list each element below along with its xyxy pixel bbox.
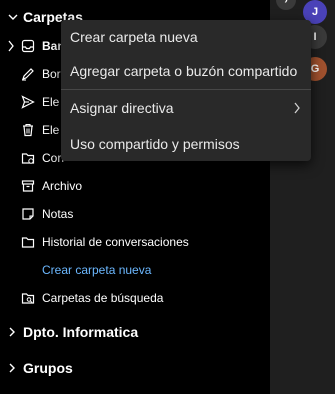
folder-label: Ele <box>42 123 60 137</box>
folder-label: Ele <box>42 95 60 109</box>
chevron-right-icon <box>8 40 14 52</box>
group-title: Dpto. Informatica <box>23 324 139 340</box>
group-grupos[interactable]: Grupos <box>0 355 73 381</box>
inbox-icon <box>21 39 35 53</box>
menu-item-create-folder[interactable]: Crear carpeta nueva <box>61 20 311 54</box>
group-dpto-informatica[interactable]: Dpto. Informatica <box>0 319 138 345</box>
search-folder-icon <box>21 291 35 305</box>
folder-archive[interactable]: Archivo <box>0 172 270 200</box>
new-folder-link[interactable]: Crear carpeta nueva <box>0 256 270 284</box>
folder-label: Historial de conversaciones <box>42 235 189 249</box>
folder-notes[interactable]: Notas <box>0 200 270 228</box>
folder-conversation-history[interactable]: Historial de conversaciones <box>0 228 270 256</box>
menu-item-add-shared-folder[interactable]: Agregar carpeta o buzón compartido <box>61 54 311 88</box>
folder-label: Archivo <box>42 179 83 193</box>
chevron-down-icon <box>8 10 18 24</box>
new-folder-link-label[interactable]: Crear carpeta nueva <box>0 263 151 277</box>
archive-icon <box>21 179 35 193</box>
group-title: Grupos <box>23 360 73 376</box>
folder-label: Carpetas de búsqueda <box>42 291 164 305</box>
chevron-right-icon <box>294 102 300 114</box>
menu-item-label: Asignar directiva <box>70 100 174 116</box>
menu-item-assign-policy[interactable]: Asignar directiva <box>61 91 311 125</box>
folder-search-folders[interactable]: Carpetas de búsqueda <box>0 284 270 312</box>
chevron-right-icon <box>8 361 18 375</box>
menu-divider <box>61 89 311 90</box>
folder-icon <box>21 235 35 249</box>
menu-item-sharing-permissions[interactable]: Uso compartido y permisos <box>61 127 311 161</box>
chevron-right-icon <box>8 325 18 339</box>
junk-folder-icon <box>21 151 35 165</box>
send-icon <box>21 95 35 109</box>
folder-label: Notas <box>42 207 74 221</box>
trash-icon <box>21 123 35 137</box>
draft-pencil-icon <box>21 67 35 81</box>
context-menu: Crear carpeta nueva Agregar carpeta o bu… <box>61 20 311 161</box>
note-icon <box>21 207 35 221</box>
